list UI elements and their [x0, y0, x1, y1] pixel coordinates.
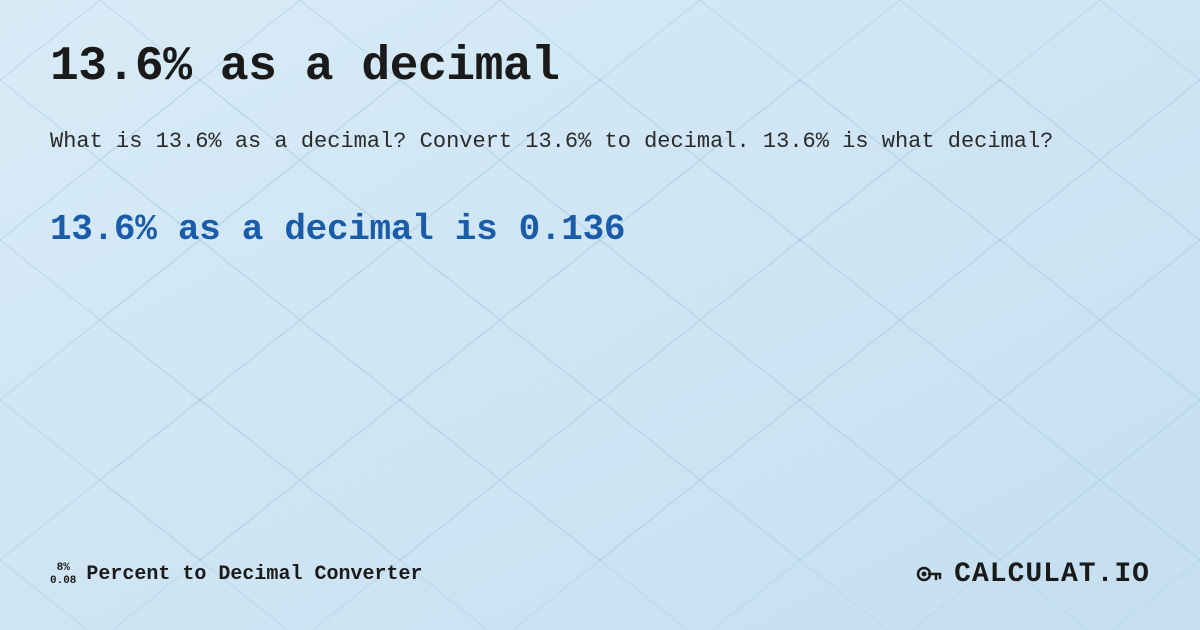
description-text: What is 13.6% as a decimal? Convert 13.6… — [50, 124, 1150, 159]
percent-fraction-icon: 8% 0.08 — [50, 562, 76, 586]
footer: 8% 0.08 Percent to Decimal Converter CAL… — [50, 544, 1150, 600]
percent-bottom: 0.08 — [50, 575, 76, 587]
footer-label: Percent to Decimal Converter — [86, 563, 422, 586]
page-title: 13.6% as a decimal — [50, 40, 1150, 94]
percent-top: 8% — [57, 562, 70, 574]
footer-left: 8% 0.08 Percent to Decimal Converter — [50, 562, 422, 586]
logo: CALCULAT.IO — [914, 554, 1150, 595]
calculator-icon — [914, 554, 946, 595]
logo-text: CALCULAT.IO — [954, 559, 1150, 590]
result-text: 13.6% as a decimal is 0.136 — [50, 209, 1150, 250]
